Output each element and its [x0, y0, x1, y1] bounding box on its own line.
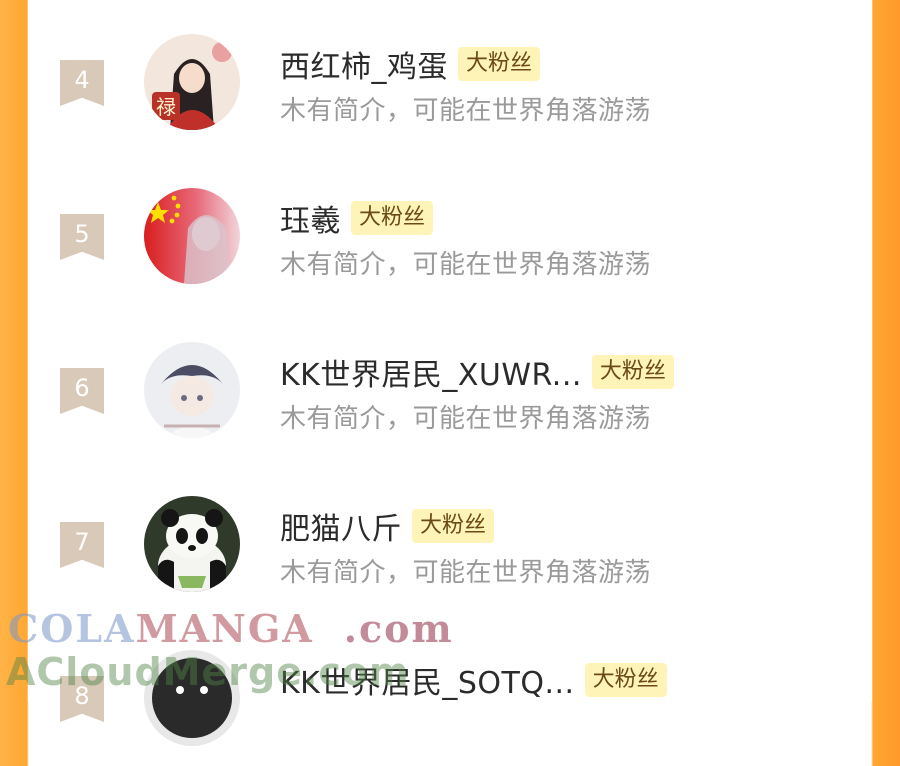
- fan-list-item[interactable]: 7 肥猫八斤 大粉丝 木有简介，可能在世界角落游荡: [28, 492, 872, 612]
- fan-badge: 大粉丝: [591, 355, 674, 389]
- name-line: 西红柿_鸡蛋 大粉丝: [280, 42, 541, 86]
- name-line: 肥猫八斤 大粉丝: [280, 504, 495, 548]
- name-line: 珏羲 大粉丝: [280, 196, 434, 240]
- user-name[interactable]: KK世界居民_SOTQ...: [280, 658, 575, 702]
- avatar[interactable]: 禄: [144, 34, 240, 130]
- name-line: KK世界居民_SOTQ... 大粉丝: [280, 658, 667, 702]
- user-bio: 木有简介，可能在世界角落游荡: [280, 250, 652, 280]
- name-line: KK世界居民_XUWR... 大粉丝: [280, 350, 674, 394]
- fan-badge: 大粉丝: [412, 509, 495, 543]
- fan-list-item[interactable]: 5 珏羲 大粉丝 木有简介，可能在世界角落游荡: [28, 184, 872, 304]
- rank-ribbon: 8: [60, 676, 104, 722]
- svg-text:禄: 禄: [156, 95, 176, 119]
- avatar[interactable]: [144, 188, 240, 284]
- user-bio: 木有简介，可能在世界角落游荡: [280, 404, 652, 434]
- fan-list-item[interactable]: 8 KK世界居民_SOTQ... 大粉丝: [28, 646, 872, 766]
- fan-badge: 大粉丝: [584, 663, 667, 697]
- rank-ribbon: 4: [60, 60, 104, 106]
- rank-ribbon: 5: [60, 214, 104, 260]
- user-bio: 木有简介，可能在世界角落游荡: [280, 558, 652, 588]
- fan-badge: 大粉丝: [351, 201, 434, 235]
- user-bio: 木有简介，可能在世界角落游荡: [280, 96, 652, 126]
- rank-ribbon: 7: [60, 522, 104, 568]
- user-name[interactable]: 肥猫八斤: [280, 504, 402, 548]
- fan-badge: 大粉丝: [458, 47, 541, 81]
- user-name[interactable]: 珏羲: [280, 196, 341, 240]
- fan-list-panel: 4 禄 西红柿_鸡蛋 大粉丝 木有简介，可能在世界角落游荡 5 珏羲 大粉丝 木…: [28, 0, 872, 746]
- rank-ribbon: 6: [60, 368, 104, 414]
- user-name[interactable]: KK世界居民_XUWR...: [280, 350, 582, 394]
- user-name[interactable]: 西红柿_鸡蛋: [280, 42, 448, 86]
- avatar[interactable]: [144, 496, 240, 592]
- fan-list-item[interactable]: 4 禄 西红柿_鸡蛋 大粉丝 木有简介，可能在世界角落游荡: [28, 30, 872, 150]
- avatar[interactable]: [144, 650, 240, 746]
- avatar[interactable]: [144, 342, 240, 438]
- fan-list-item[interactable]: 6 KK世界居民_XUWR... 大粉丝 木有简介，可能在世界角落游荡: [28, 338, 872, 458]
